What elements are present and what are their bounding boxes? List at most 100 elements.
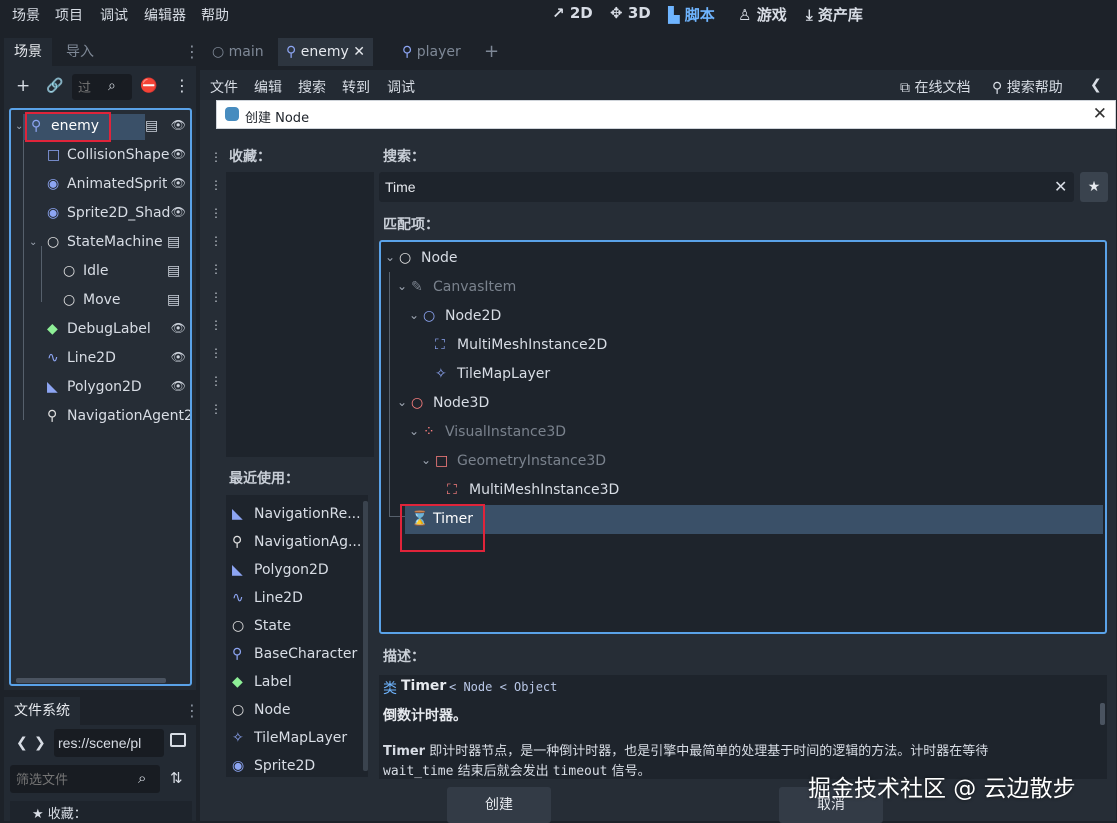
mode-3d-button[interactable]: ✥ 3D [610, 4, 651, 22]
menu-editor[interactable]: 编辑器 [144, 5, 186, 25]
visibility-icon[interactable]: 👁 [171, 379, 186, 393]
mode-2d-button[interactable]: ↗ 2D [552, 4, 593, 22]
collapse-icon[interactable]: ❮ [1090, 77, 1102, 93]
collapse-arrow-icon[interactable]: ⌄ [409, 308, 419, 322]
forward-icon[interactable]: ❯ [34, 735, 46, 751]
add-node-icon[interactable]: + [16, 76, 30, 96]
match-item-multimeshinstance3d[interactable]: ⛶ MultiMeshInstance3D [381, 476, 1105, 505]
back-icon[interactable]: ❮ [16, 735, 28, 751]
attach-script-icon[interactable]: ⛔ [140, 78, 157, 94]
recent-item[interactable]: ○ Node [232, 697, 366, 725]
clear-icon[interactable]: ✕ [1054, 177, 1067, 196]
match-item-tilemaplayer[interactable]: ✧ TileMapLayer [381, 360, 1105, 389]
tree-node-polygon2d[interactable]: ◣ Polygon2D [11, 375, 190, 401]
mode-script-button[interactable]: ▙ 脚本 [668, 4, 715, 25]
tree-node-sprite2d_shad[interactable]: ◉ Sprite2D_Shad [11, 201, 190, 227]
script-icon[interactable]: ▤ [167, 234, 180, 250]
menu-project[interactable]: 项目 [55, 5, 83, 25]
fs-menu-icon[interactable]: ⋮ [184, 701, 200, 720]
collapse-arrow-icon[interactable]: ⌄ [409, 424, 419, 438]
visibility-icon[interactable]: 👁 [171, 205, 186, 219]
script-menu-goto[interactable]: 转到 [342, 77, 370, 97]
script-menu-edit[interactable]: 编辑 [254, 77, 282, 97]
collapse-arrow-icon[interactable]: ⌄ [397, 395, 407, 409]
tree-node-collisionshape[interactable]: □ CollisionShape [11, 143, 190, 169]
split-view-icon[interactable] [170, 733, 186, 747]
recent-item[interactable]: ∿ Line2D [232, 585, 366, 613]
tab-scene[interactable]: 场景 [4, 38, 52, 66]
scene-filter-input[interactable] [72, 74, 132, 100]
script-menu-search[interactable]: 搜索 [298, 77, 326, 97]
visibility-icon[interactable]: 👁 [171, 350, 186, 364]
script-icon[interactable]: ▤ [167, 292, 180, 308]
tree-node-debuglabel[interactable]: ◆ DebugLabel [11, 317, 190, 343]
mode-game-button[interactable]: ♙ 游戏 [738, 4, 787, 25]
instance-scene-icon[interactable]: 🔗 [46, 78, 63, 94]
tab-player[interactable]: ⚲ player [394, 38, 469, 66]
script-menu-file[interactable]: 文件 [210, 77, 238, 97]
collapse-arrow-icon[interactable]: ⌄ [385, 250, 395, 264]
recent-scrollbar[interactable] [363, 501, 368, 771]
online-docs-button[interactable]: ⧉ 在线文档 [900, 77, 970, 97]
tree-node-move[interactable]: ○ Move [11, 288, 190, 314]
script-menu-debug[interactable]: 调试 [387, 77, 415, 97]
tree-node-idle[interactable]: ○ Idle [11, 259, 190, 285]
recent-item[interactable]: ◣ Polygon2D [232, 557, 366, 585]
tree-node-line2d[interactable]: ∿ Line2D [11, 346, 190, 372]
menu-help[interactable]: 帮助 [201, 5, 229, 25]
script-icon[interactable]: ▤ [145, 118, 158, 134]
add-tab-button[interactable]: + [476, 38, 507, 66]
menu-debug[interactable]: 调试 [100, 5, 128, 25]
collapse-arrow-icon[interactable]: ⌄ [397, 279, 407, 293]
match-item-label: VisualInstance3D [445, 424, 567, 440]
visibility-icon[interactable]: 👁 [171, 147, 186, 161]
tree-node-animatedsprit[interactable]: ◉ AnimatedSprit [11, 172, 190, 198]
favorite-star-button[interactable]: ★ [1080, 172, 1108, 202]
recent-item[interactable]: ✧ TileMapLayer [232, 725, 366, 753]
match-item-canvasitem[interactable]: ⌄ ✎ CanvasItem [381, 273, 1105, 302]
tab-import[interactable]: 导入 [56, 38, 104, 66]
tree-hscrollbar[interactable] [16, 678, 166, 683]
create-button[interactable]: 创建 [447, 787, 551, 823]
recent-item[interactable]: ⚲ BaseCharacter [232, 641, 366, 669]
recent-item[interactable]: ⚲ NavigationAg... [232, 529, 366, 557]
recent-item[interactable]: ◉ Sprite2D [232, 753, 366, 781]
visibility-icon[interactable]: 👁 [171, 118, 186, 132]
match-item-timer[interactable]: ⌛ Timer [405, 505, 1103, 534]
fs-path-input[interactable] [54, 729, 164, 757]
collapse-arrow-icon[interactable]: ⌄ [15, 121, 23, 132]
match-item-visualinstance3d[interactable]: ⌄ ⁘ VisualInstance3D [381, 418, 1105, 447]
collapse-arrow-icon[interactable]: ⌄ [29, 237, 37, 248]
search-input[interactable] [379, 172, 1074, 202]
script-icon[interactable]: ▤ [167, 263, 180, 279]
close-icon[interactable]: ✕ [353, 44, 365, 60]
favorites-list[interactable] [226, 172, 374, 457]
collapse-arrow-icon[interactable]: ⌄ [421, 453, 431, 467]
menu-scene[interactable]: 场景 [12, 5, 40, 25]
visibility-icon[interactable]: 👁 [171, 321, 186, 335]
recent-item[interactable]: ○ State [232, 613, 366, 641]
recent-item[interactable]: ◆ Label [232, 669, 366, 697]
match-item-multimeshinstance2d[interactable]: ⛶ MultiMeshInstance2D [381, 331, 1105, 360]
dock-menu-icon[interactable]: ⋮ [184, 42, 200, 61]
tree-node-enemy[interactable]: ⌄ ⚲ enemy [15, 114, 145, 140]
visibility-icon[interactable]: 👁 [171, 176, 186, 190]
search-help-button[interactable]: ⚲ 搜索帮助 [992, 77, 1063, 97]
mode-assetlib-button[interactable]: ⤓ 资产库 [806, 4, 863, 25]
description-scrollbar[interactable] [1100, 703, 1105, 725]
node-type-icon: ◉ [47, 176, 60, 192]
class-inheritance: < Node < Object [449, 680, 558, 694]
scene-menu-icon[interactable]: ⋮ [174, 76, 190, 95]
tab-main[interactable]: ○ main [204, 38, 272, 66]
close-icon[interactable]: ✕ [1093, 104, 1107, 124]
match-item-geometryinstance3d[interactable]: ⌄ □ GeometryInstance3D [381, 447, 1105, 476]
match-item-node[interactable]: ⌄ ○ Node [381, 244, 1105, 273]
match-item-node3d[interactable]: ⌄ ○ Node3D [381, 389, 1105, 418]
tab-enemy[interactable]: ⚲ enemy ✕ [278, 38, 373, 66]
match-item-node2d[interactable]: ⌄ ○ Node2D [381, 302, 1105, 331]
tree-node-navigationagent2d[interactable]: ⚲ NavigationAgent2D [11, 404, 190, 430]
tab-filesystem[interactable]: 文件系统 [4, 697, 80, 725]
recent-item[interactable]: ◣ NavigationRe... [232, 501, 366, 529]
sort-icon[interactable]: ⇅ [170, 769, 183, 787]
tree-node-statemachine[interactable]: ⌄ ○ StateMachine [11, 230, 190, 256]
